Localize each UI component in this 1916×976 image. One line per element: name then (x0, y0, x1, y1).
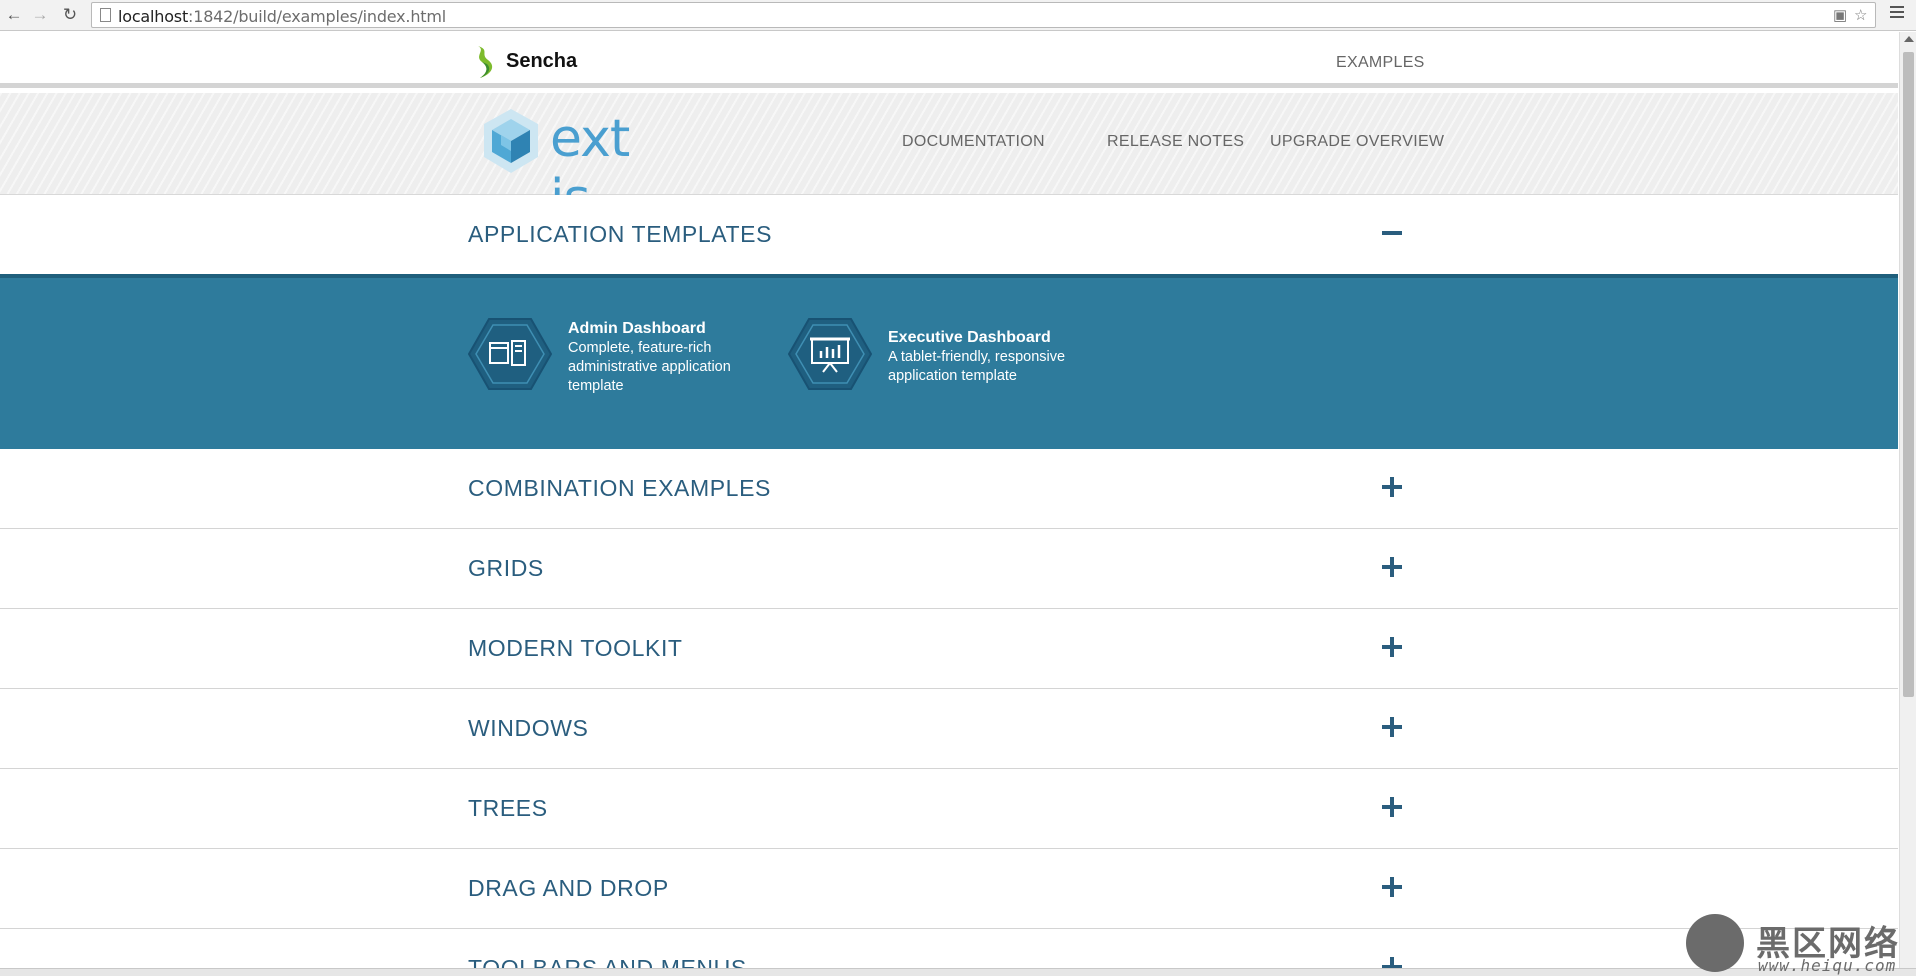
application-templates-panel: Admin Dashboard Complete, feature-rich a… (0, 274, 1898, 449)
section-title: MODERN TOOLKIT (468, 635, 683, 661)
section-title: COMBINATION EXAMPLES (468, 475, 771, 501)
section-title: TREES (468, 795, 548, 821)
extjs-header: ext js DOCUMENTATION RELEASE NOTES UPGRA… (0, 93, 1898, 229)
template-description: A tablet-friendly, responsive applicatio… (888, 349, 1066, 384)
collapse-minus-icon[interactable] (1382, 222, 1404, 244)
watermark-url: www.heiqu.com (1758, 956, 1897, 975)
watermark: 黑区网络 www.heiqu.com (1684, 910, 1916, 976)
expand-plus-icon[interactable] (1382, 556, 1404, 578)
template-description: Complete, feature-rich administrative ap… (568, 340, 731, 394)
section-windows[interactable]: WINDOWS (0, 689, 1898, 769)
address-bar[interactable]: localhost:1842/build/examples/index.html… (91, 2, 1876, 28)
browser-toolbar: ← → ↻ localhost:1842/build/examples/inde… (0, 0, 1916, 31)
presentation-chart-icon (788, 318, 872, 390)
scrollbar-thumb[interactable] (1903, 52, 1914, 697)
extjs-cube-icon (484, 109, 538, 173)
watermark-logo (1686, 914, 1744, 972)
extjs-logo[interactable]: ext js (480, 107, 680, 229)
section-toolbars-and-menus[interactable]: TOOLBARS AND MENUS (0, 929, 1898, 968)
sencha-brand: Sencha (506, 50, 578, 72)
expand-plus-icon[interactable] (1382, 716, 1404, 738)
section-application-templates[interactable]: APPLICATION TEMPLATES (0, 195, 1898, 275)
expand-plus-icon[interactable] (1382, 796, 1404, 818)
section-grids[interactable]: GRIDS (0, 529, 1898, 609)
status-strip (0, 968, 1916, 976)
scroll-up-arrow-icon[interactable] (1904, 36, 1914, 42)
section-title: WINDOWS (468, 715, 589, 741)
section-title: TOOLBARS AND MENUS (468, 955, 747, 968)
section-title: GRIDS (468, 555, 544, 581)
page-icon (100, 8, 111, 22)
expand-plus-icon[interactable] (1382, 876, 1404, 898)
expand-plus-icon[interactable] (1382, 476, 1404, 498)
release-notes-link[interactable]: RELEASE NOTES (1107, 133, 1244, 151)
reload-icon[interactable]: ↻ (60, 5, 80, 25)
section-title: APPLICATION TEMPLATES (468, 221, 773, 247)
template-title: Admin Dashboard (568, 320, 706, 337)
section-modern-toolkit[interactable]: MODERN TOOLKIT (0, 609, 1898, 689)
forward-arrow-icon[interactable]: → (30, 5, 50, 25)
sencha-header: Sencha EXAMPLES (0, 32, 1898, 88)
template-title: Executive Dashboard (888, 329, 1051, 346)
dashboard-layout-icon (468, 318, 552, 390)
examples-link[interactable]: EXAMPLES (1336, 54, 1425, 72)
browser-menu-icon[interactable] (1890, 6, 1904, 22)
back-arrow-icon[interactable]: ← (4, 5, 24, 25)
expand-plus-icon[interactable] (1382, 636, 1404, 658)
expand-plus-icon[interactable] (1382, 956, 1404, 968)
bookmark-star-icon[interactable]: ☆ (1854, 6, 1867, 24)
sencha-leaf-icon (478, 46, 493, 78)
section-combination-examples[interactable]: COMBINATION EXAMPLES (0, 449, 1898, 529)
section-drag-and-drop[interactable]: DRAG AND DROP (0, 849, 1898, 929)
documentation-link[interactable]: DOCUMENTATION (902, 133, 1045, 151)
vertical-scrollbar[interactable] (1899, 32, 1916, 968)
url-text: localhost:1842/build/examples/index.html (118, 7, 446, 26)
upgrade-overview-link[interactable]: UPGRADE OVERVIEW (1270, 133, 1444, 151)
page-viewport: Sencha EXAMPLES ext js DOCUMENTATION REL… (0, 32, 1898, 968)
section-trees[interactable]: TREES (0, 769, 1898, 849)
section-title: DRAG AND DROP (468, 875, 669, 901)
translate-icon[interactable]: ▣ (1833, 6, 1847, 24)
